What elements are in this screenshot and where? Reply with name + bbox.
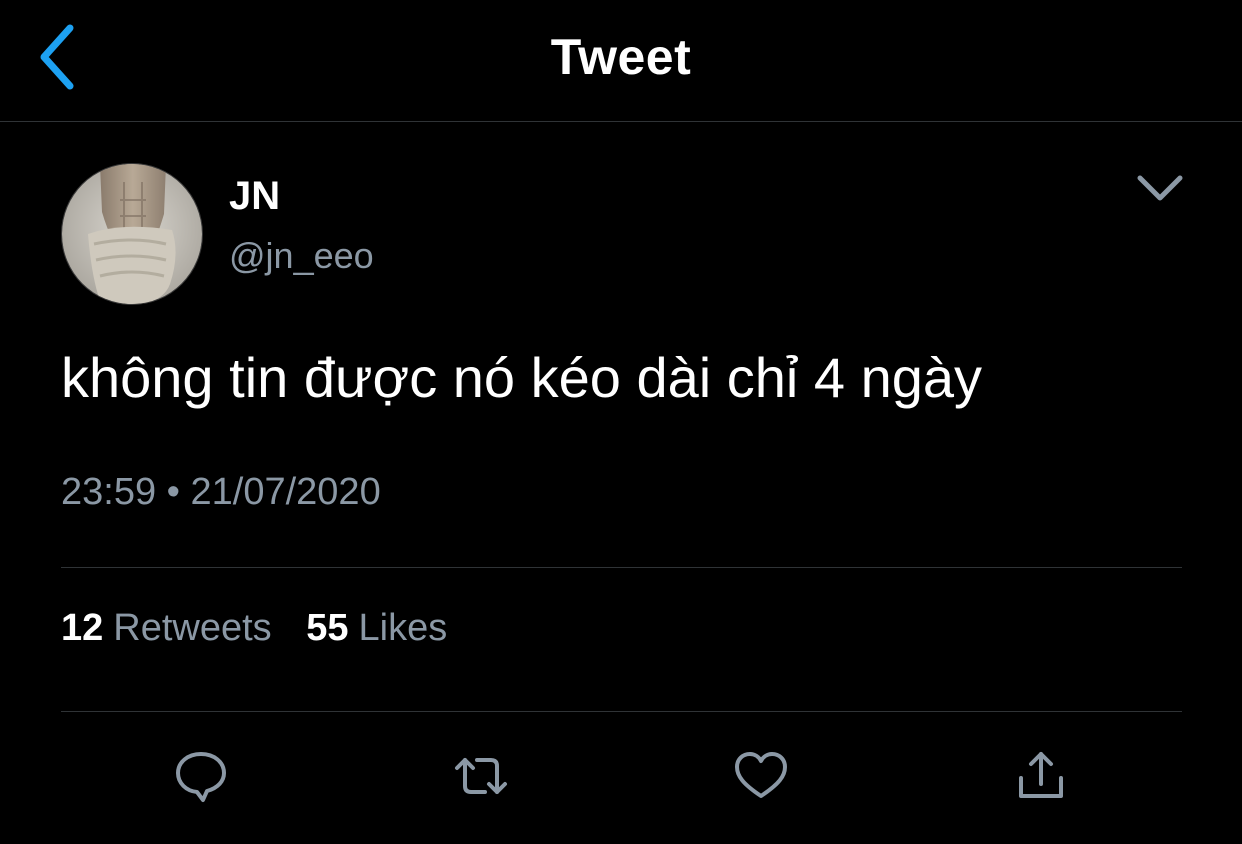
divider — [61, 711, 1182, 712]
engagement-stats: 12 Retweets 55 Likes — [61, 607, 471, 650]
tweet-text: không tin được nó kéo dài chỉ 4 ngày — [61, 346, 983, 409]
retweets-label: Retweets — [113, 607, 272, 649]
tweet-menu-button[interactable] — [1134, 170, 1186, 206]
chevron-down-icon — [1137, 175, 1183, 201]
avatar-image — [62, 164, 202, 304]
retweet-icon — [455, 758, 507, 794]
likes-label: Likes — [358, 607, 448, 649]
like-heart-icon — [735, 752, 787, 798]
author-handle[interactable]: @jn_eeo — [229, 235, 374, 277]
author-display-name[interactable]: JN — [229, 174, 280, 219]
likes-stat[interactable]: 55 Likes — [306, 607, 471, 649]
reply-icon — [176, 752, 226, 802]
like-button[interactable] — [733, 748, 789, 804]
retweets-stat[interactable]: 12 Retweets — [61, 607, 306, 649]
top-bar: Tweet — [0, 0, 1242, 122]
retweets-count: 12 — [61, 607, 104, 649]
tweet-detail-screen: Tweet JN @jn_eeo không tin được nó kéo d… — [0, 0, 1242, 844]
tweet-timestamp[interactable]: 23:59 • 21/07/2020 — [61, 471, 381, 514]
page-title: Tweet — [550, 29, 692, 85]
share-icon — [1019, 752, 1063, 798]
share-button[interactable] — [1013, 748, 1069, 804]
retweet-button[interactable] — [453, 748, 509, 804]
avatar[interactable] — [61, 163, 203, 305]
reply-button[interactable] — [173, 748, 229, 804]
divider — [61, 567, 1182, 568]
likes-count: 55 — [306, 607, 349, 649]
